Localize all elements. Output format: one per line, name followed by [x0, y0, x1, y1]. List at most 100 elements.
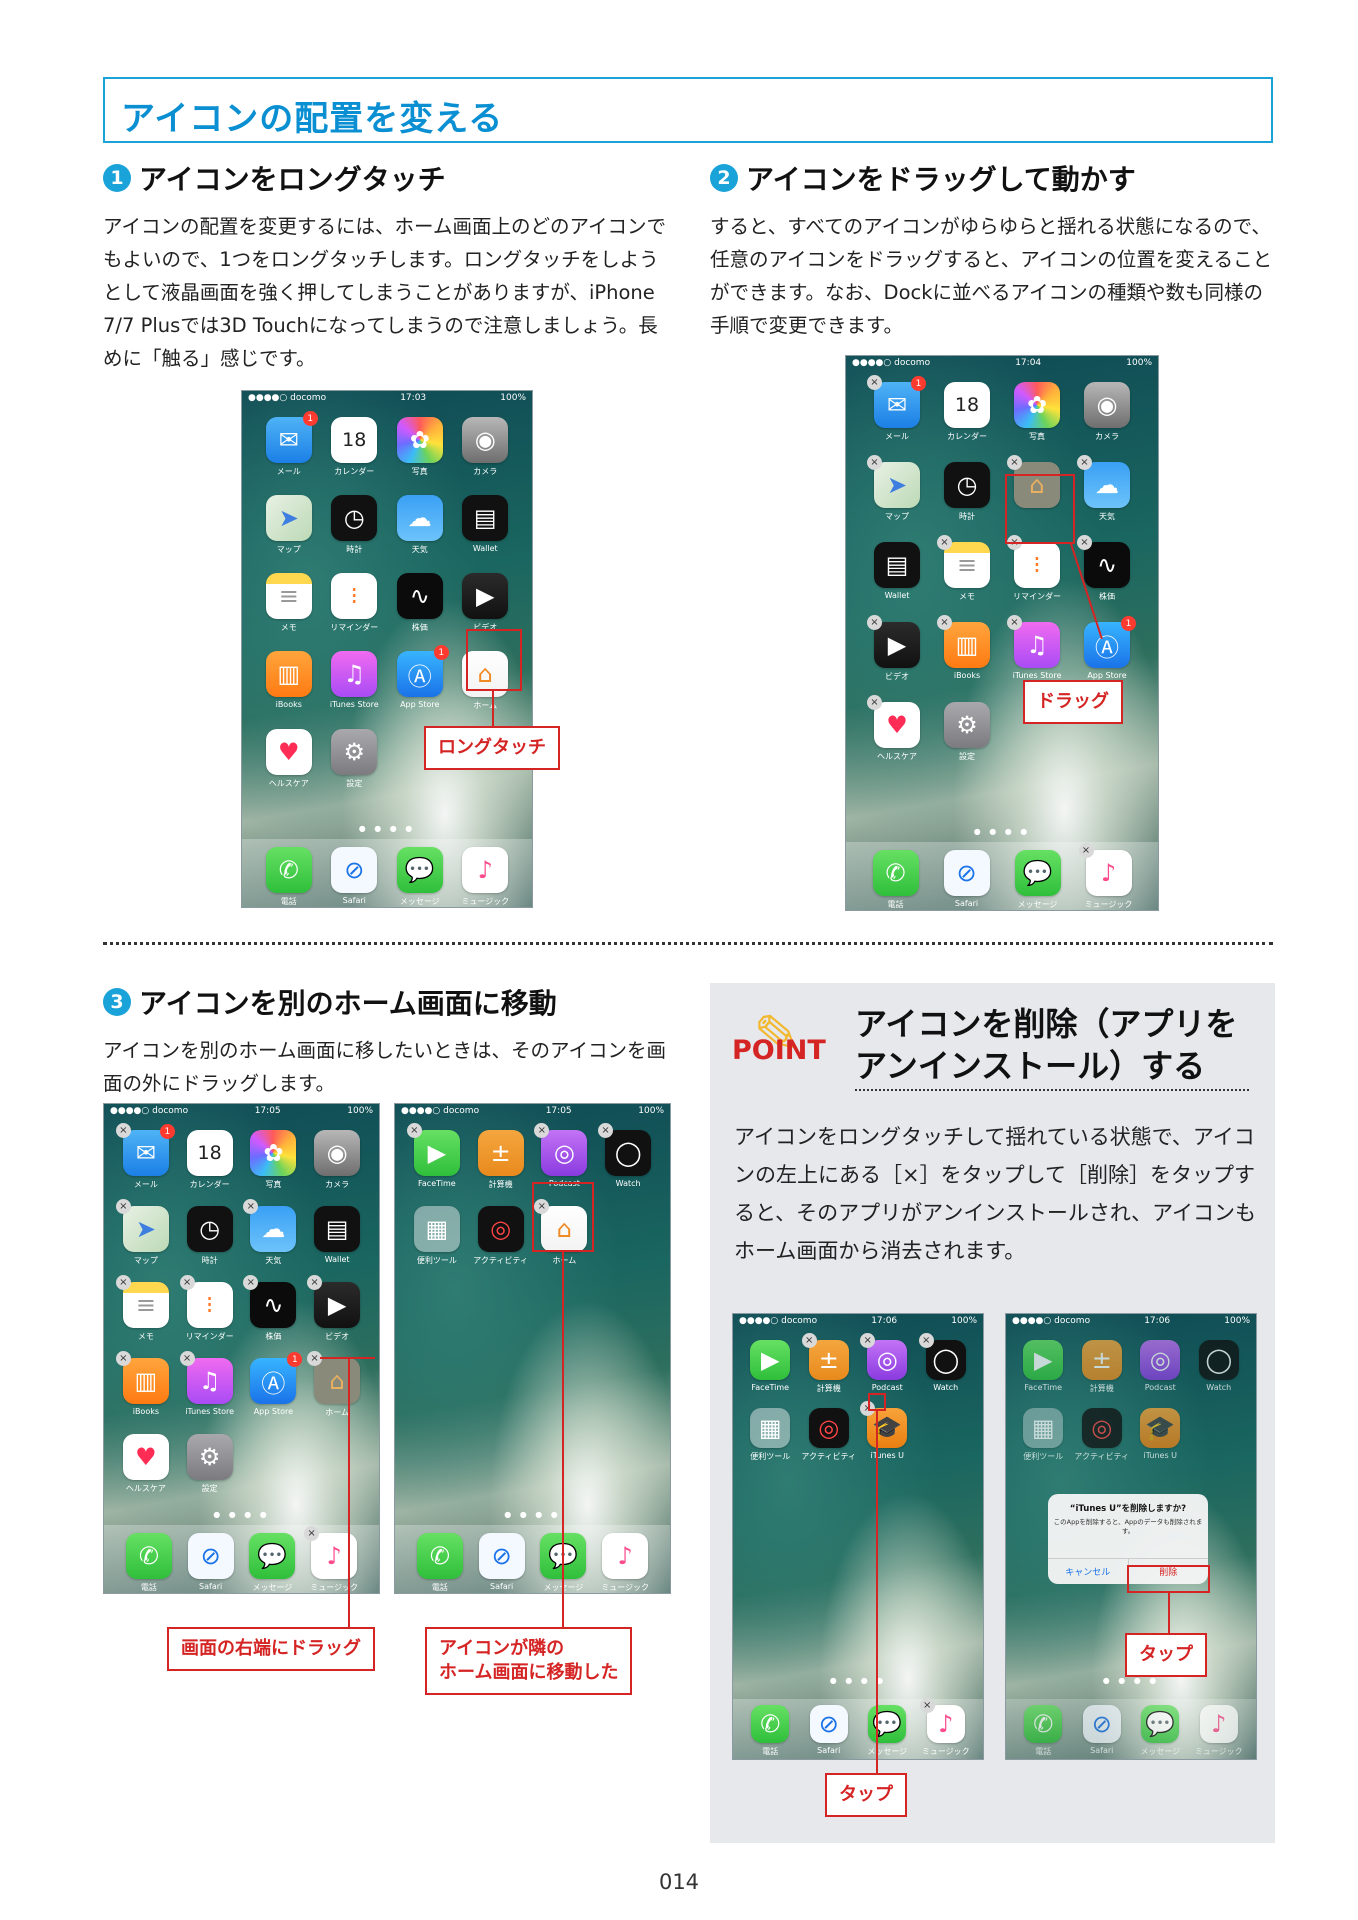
itunes-icon: ♫ — [331, 651, 378, 697]
app-maps[interactable]: ➤ マップ — [256, 495, 322, 555]
app-mail[interactable]: ✉ 1 メール — [256, 411, 322, 477]
app-stocks[interactable]: ∿ × 株価 — [242, 1275, 306, 1342]
app-health[interactable]: ♥ ヘルスケア — [114, 1434, 178, 1494]
app-photos[interactable]: ✿ 写真 — [1002, 382, 1072, 442]
app-mail[interactable]: ✉ × 1 メール — [114, 1123, 178, 1190]
app-notes[interactable]: ≡ メモ — [256, 573, 322, 633]
app-calculator[interactable]: ± 計算機 — [469, 1130, 533, 1190]
app-camera[interactable]: ◉ カメラ — [453, 417, 519, 477]
app-wallet[interactable]: ▤ Wallet — [305, 1206, 369, 1266]
app-mail[interactable]: ✉ × 1 メール — [862, 375, 932, 442]
app-activity[interactable]: ◎ アクティビティ — [469, 1206, 533, 1266]
app-notes[interactable]: ≡ × メモ — [114, 1275, 178, 1342]
app-wallet[interactable]: ▤ Wallet — [453, 495, 519, 555]
dialog-cancel-button[interactable]: キャンセル — [1048, 1559, 1129, 1584]
app-camera[interactable]: ◉ カメラ — [1072, 382, 1142, 442]
app-wallet[interactable]: ▤ Wallet — [862, 542, 932, 602]
app-home-dragging[interactable]: ⌂ × ホーム — [305, 1351, 369, 1418]
app-photos[interactable]: ✿ 写真 — [242, 1130, 306, 1190]
app-clock[interactable]: ◷ 時計 — [322, 495, 388, 555]
phone-icon: ✆ — [125, 1533, 172, 1579]
app-facetime[interactable]: ▶ FaceTime — [741, 1340, 800, 1394]
app-appstore[interactable]: Ⓐ 1 App Store — [1072, 616, 1142, 682]
app-itunes[interactable]: ♫ iTunes Store — [322, 651, 388, 711]
page-dots: ● ● ● ● — [504, 1510, 561, 1519]
page-dots: ● ● ● ● — [213, 1510, 270, 1519]
dock-messages[interactable]: 💬メッセージ — [387, 847, 453, 907]
app-stocks[interactable]: ∿ 株価 — [387, 573, 453, 633]
app-weather[interactable]: ☁ × 天気 — [242, 1199, 306, 1266]
app-photos[interactable]: ✿ 写真 — [387, 417, 453, 477]
app-reminders[interactable]: ⁝ リマインダー — [322, 573, 388, 633]
app-appstore[interactable]: Ⓐ 1 App Store — [242, 1352, 306, 1418]
app-ibooks[interactable]: ▥ iBooks — [256, 651, 322, 711]
app-appstore[interactable]: Ⓐ 1 App Store — [387, 645, 453, 711]
app-reminders[interactable]: ⁝ × リマインダー — [178, 1275, 242, 1342]
dock-safari[interactable]: ⊘ Safari — [471, 1533, 533, 1593]
app-podcast[interactable]: ◎ × Podcast — [858, 1333, 917, 1394]
app-calendar[interactable]: 18 カレンダー — [932, 382, 1002, 442]
app-calendar[interactable]: 18 カレンダー — [322, 417, 388, 477]
dock-safari[interactable]: ⊘ Safari — [800, 1705, 859, 1759]
dock-messages[interactable]: 💬メッセージ — [242, 1533, 304, 1593]
app-health[interactable]: ♥ × ヘルスケア — [862, 695, 932, 762]
app-calculator[interactable]: ± × 計算機 — [800, 1333, 859, 1394]
dock: ✆電話 ⊘Safari 💬メッセージ ♪ミュージック — [395, 1525, 670, 1593]
step-3: 3 アイコンを別のホーム画面に移動 アイコンを別のホーム画面に移したいときは、そ… — [103, 982, 673, 1100]
app-itunesu[interactable]: 🎓 × iTunes U — [858, 1401, 917, 1462]
app-settings[interactable]: ⚙ 設定 — [178, 1434, 242, 1494]
app-ibooks[interactable]: ▥ × iBooks — [114, 1351, 178, 1418]
itunesu-icon: 🎓 — [1140, 1408, 1181, 1448]
dock-phone[interactable]: ✆ 電話 — [256, 847, 322, 907]
app-watch[interactable]: ◯ × Watch — [917, 1333, 976, 1394]
highlight-moved-icon — [532, 1182, 594, 1252]
app-facetime[interactable]: ▶ × FaceTime — [405, 1123, 469, 1190]
app-utilities[interactable]: ▦ 便利ツール — [741, 1408, 800, 1462]
phone-screenshot-3b: ●●●●○ docomo 17:05 100% ▶ × FaceTime ± 計算機 ◎ ×… — [394, 1103, 671, 1594]
dock-music[interactable]: ♪ ミュージック — [594, 1533, 656, 1593]
dock-music: ♪ ミュージック — [1190, 1705, 1249, 1759]
dock-safari[interactable]: ⊘ Safari — [931, 850, 1002, 910]
dock-phone[interactable]: ✆ 電話 — [118, 1533, 180, 1593]
dock-messages[interactable]: 💬メッセージ — [858, 1705, 917, 1759]
dock-messages[interactable]: 💬メッセージ — [1002, 850, 1073, 910]
notes-icon: ≡ × — [937, 535, 990, 588]
app-clock[interactable]: ◷ 時計 — [932, 462, 1002, 522]
dock-phone[interactable]: ✆ 電話 — [860, 850, 931, 910]
dock-safari[interactable]: ⊘ Safari — [322, 847, 388, 907]
app-stocks[interactable]: ∿ × 株価 — [1072, 535, 1142, 602]
app-weather[interactable]: ☁ 天気 — [387, 495, 453, 555]
dock-phone[interactable]: ✆ 電話 — [409, 1533, 471, 1593]
reminders-icon: ⁝ — [331, 573, 378, 619]
app-videos[interactable]: ▶ × ビデオ — [862, 615, 932, 682]
app-watch[interactable]: ◯ × Watch — [596, 1123, 660, 1190]
app-calendar[interactable]: 18 カレンダー — [178, 1130, 242, 1190]
app-activity[interactable]: ◎ アクティビティ — [800, 1408, 859, 1462]
app-utilities[interactable]: ▦ 便利ツール — [405, 1206, 469, 1266]
app-settings[interactable]: ⚙ 設定 — [932, 702, 1002, 762]
app-ibooks[interactable]: ▥ × iBooks — [932, 615, 1002, 682]
app-maps[interactable]: ➤ × マップ — [862, 455, 932, 522]
calculator-icon: ± — [477, 1130, 524, 1176]
dock-music[interactable]: ♪ × ミュージック — [1073, 843, 1144, 910]
app-itunes[interactable]: ♫ × iTunes Store — [1002, 615, 1072, 682]
app-camera[interactable]: ◉ カメラ — [305, 1130, 369, 1190]
app-clock[interactable]: ◷ 時計 — [178, 1206, 242, 1266]
dock-music[interactable]: ♪ ミュージック — [453, 847, 519, 907]
app-reminders[interactable]: ⁝ × リマインダー — [1002, 535, 1072, 602]
page-dots: ● ● ● ● — [1102, 1676, 1160, 1685]
app-maps[interactable]: ➤ × マップ — [114, 1199, 178, 1266]
app-health[interactable]: ♥ ヘルスケア — [256, 729, 322, 789]
app-itunes[interactable]: ♫ × iTunes Store — [178, 1351, 242, 1418]
dock-phone[interactable]: ✆ 電話 — [741, 1705, 800, 1759]
app-videos[interactable]: ▶ ビデオ — [453, 573, 519, 633]
app-itunesu: 🎓 iTunes U — [1131, 1408, 1190, 1462]
app-settings[interactable]: ⚙ 設定 — [322, 729, 388, 789]
app-weather[interactable]: ☁ × 天気 — [1072, 455, 1142, 522]
dock-music[interactable]: ♪ × ミュージック — [303, 1526, 365, 1593]
dock-safari[interactable]: ⊘ Safari — [180, 1533, 242, 1593]
app-podcast[interactable]: ◎ × Podcast — [533, 1123, 597, 1190]
app-videos[interactable]: ▶ × ビデオ — [305, 1275, 369, 1342]
dock-music[interactable]: ♪ × ミュージック — [917, 1698, 976, 1759]
app-notes[interactable]: ≡ × メモ — [932, 535, 1002, 602]
